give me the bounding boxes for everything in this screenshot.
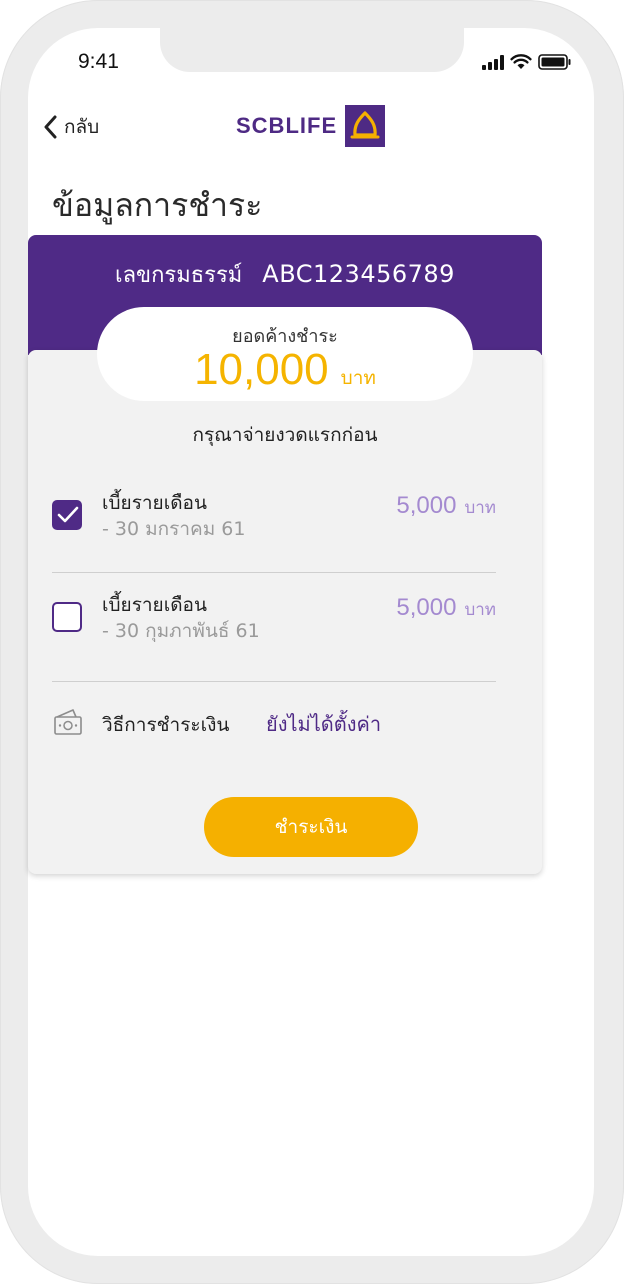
payment-method-setup-link[interactable]: ยังไม่ได้ตั้งค่า xyxy=(266,708,381,740)
installment-amount: 5,000 บาท xyxy=(396,594,496,623)
installment-checkbox-unchecked[interactable] xyxy=(52,602,82,632)
installment-amount: 5,000 บาท xyxy=(396,492,496,521)
outstanding-amount-unit: บาท xyxy=(340,367,376,389)
outstanding-amount-value: 10,000 xyxy=(194,345,329,394)
battery-icon xyxy=(538,54,572,70)
back-button[interactable]: กลับ xyxy=(44,112,99,142)
logo-mark-icon xyxy=(345,105,386,147)
chevron-left-icon xyxy=(44,115,57,139)
policy-line: เลขกรมธรรม์ ABC123456789 xyxy=(28,257,542,292)
status-time: 9:41 xyxy=(78,50,119,73)
policy-label: เลขกรมธรรม์ xyxy=(115,263,243,288)
pay-button[interactable]: ชำระเงิน xyxy=(204,797,418,857)
notch xyxy=(160,28,464,72)
divider xyxy=(52,681,496,682)
wifi-icon xyxy=(510,54,532,70)
outstanding-amount: 10,000 บาท xyxy=(97,345,473,395)
installment-amount-value: 5,000 xyxy=(396,594,457,621)
outstanding-pill: ยอดค้างชำระ 10,000 บาท xyxy=(97,307,473,401)
installment-checkbox-checked[interactable] xyxy=(52,500,82,530)
back-label: กลับ xyxy=(64,116,100,138)
installment-date: - 30 มกราคม 61 xyxy=(102,518,246,540)
installment-date: - 30 กุมภาพันธ์ 61 xyxy=(102,620,260,642)
logo-text: SCBLIFE xyxy=(236,113,338,138)
installment-row[interactable]: เบี้ยรายเดือน - 30 กุมภาพันธ์ 61 5,000 บา… xyxy=(52,594,496,656)
signal-icon xyxy=(482,55,504,70)
policy-number: ABC123456789 xyxy=(262,260,455,288)
status-icons xyxy=(482,54,572,70)
installment-amount-value: 5,000 xyxy=(396,492,457,519)
payment-method-row[interactable]: วิธีการชำระเงิน ยังไม่ได้ตั้งค่า xyxy=(52,706,496,742)
page-title: ข้อมูลการชำระ xyxy=(52,186,263,224)
installment-row[interactable]: เบี้ยรายเดือน - 30 มกราคม 61 5,000 บาท xyxy=(52,492,496,554)
installment-amount-unit: บาท xyxy=(464,498,496,518)
payment-method-label: วิธีการชำระเงิน xyxy=(102,714,230,736)
installment-amount-unit: บาท xyxy=(464,600,496,620)
first-installment-notice: กรุณาจ่ายงวดแรกก่อน xyxy=(192,424,378,446)
check-icon xyxy=(57,506,79,523)
money-icon xyxy=(54,709,82,735)
divider xyxy=(52,572,496,573)
scblife-logo: SCBLIFE xyxy=(236,105,386,147)
